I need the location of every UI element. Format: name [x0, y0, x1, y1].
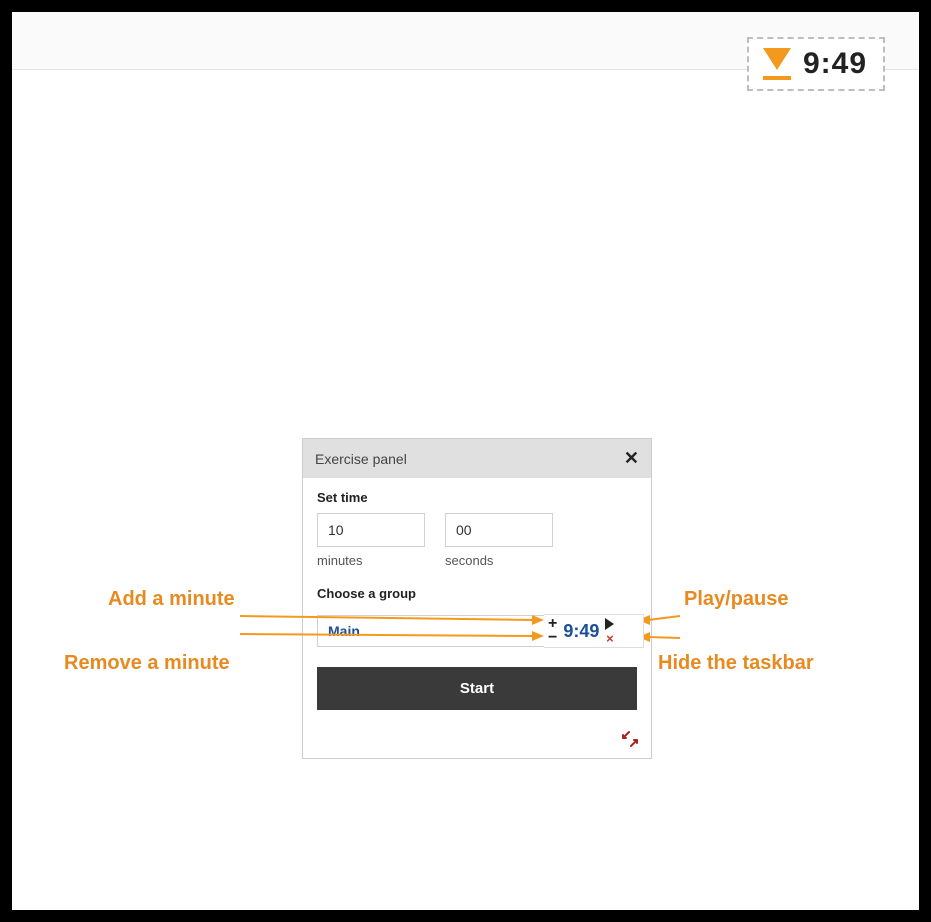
play-pause-icon[interactable] [605, 618, 614, 630]
app-frame: 9:49 Exercise panel ✕ Set time minutes s… [0, 0, 931, 922]
hide-taskbar-icon[interactable]: × [606, 632, 614, 645]
timer-control: + − 9:49 × [544, 614, 644, 648]
timer-control-value: 9:49 [563, 621, 599, 642]
annotation-play-pause: Play/pause [684, 588, 789, 611]
annotation-arrows [12, 12, 931, 922]
annotation-hide-taskbar: Hide the taskbar [658, 652, 814, 675]
remove-minute-button[interactable]: − [548, 631, 557, 645]
plus-minus-column: + − [548, 617, 557, 645]
annotation-remove-minute: Remove a minute [64, 652, 230, 675]
side-controls: × [605, 618, 614, 645]
annotation-add-minute: Add a minute [108, 588, 235, 611]
